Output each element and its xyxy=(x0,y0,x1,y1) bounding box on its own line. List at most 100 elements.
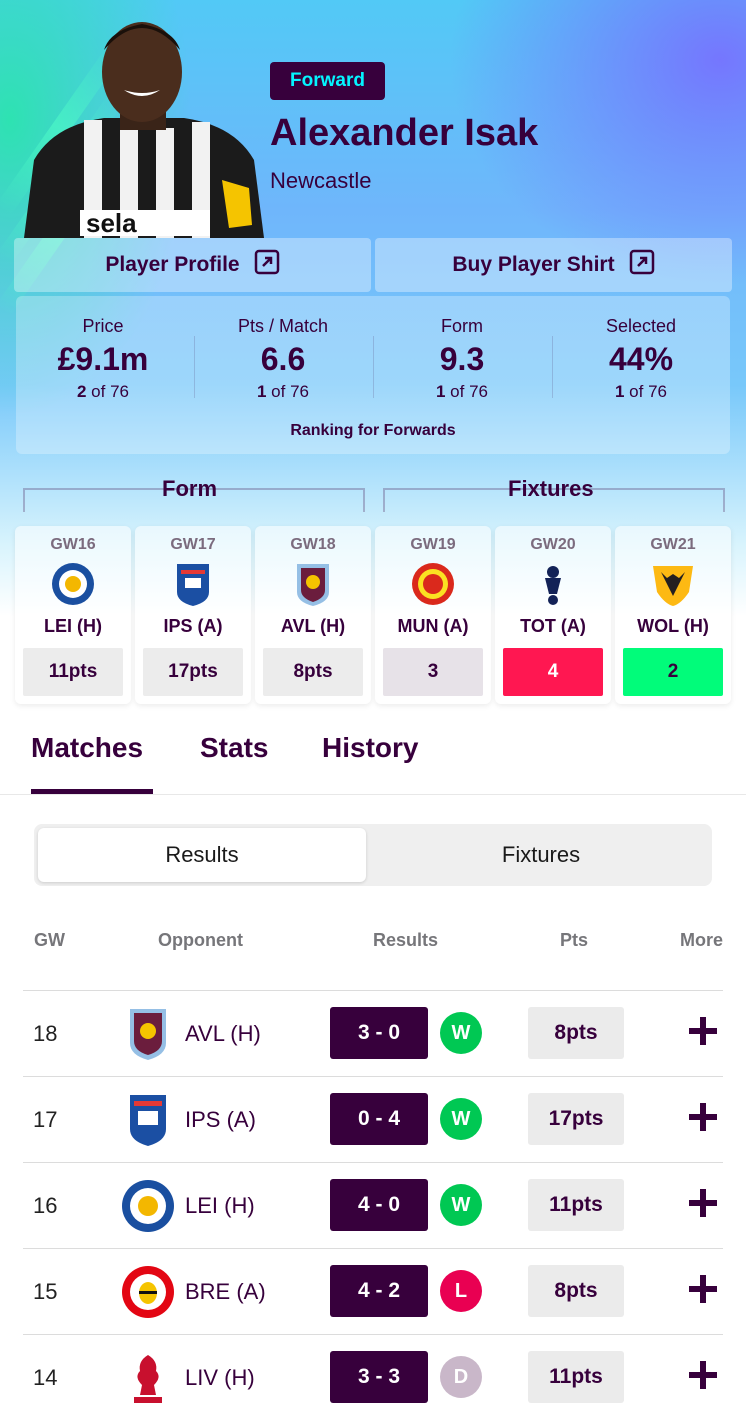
row-opponent: IPS (A) xyxy=(185,1107,256,1132)
fixture-difficulty: 4 xyxy=(503,648,603,696)
row-score: 3 - 0 xyxy=(330,1007,428,1059)
external-link-icon xyxy=(629,249,655,281)
stat-pts-per-match: Pts / Match 6.6 1 of 76 xyxy=(194,316,372,402)
opponent-label: AVL (H) xyxy=(280,616,346,636)
row-points: 8pts xyxy=(528,1265,624,1317)
stat-value: 6.6 xyxy=(260,341,306,377)
stat-rank: 1 of 76 xyxy=(614,382,667,401)
tab-stats[interactable]: Stats xyxy=(200,732,268,764)
liverpool-crest-icon xyxy=(121,1351,175,1405)
leicester-crest-icon xyxy=(121,1179,175,1233)
gameweek-label: GW20 xyxy=(530,536,576,553)
position-badge: Forward xyxy=(270,62,385,100)
row-score: 3 - 3 xyxy=(330,1351,428,1403)
expand-plus-icon[interactable] xyxy=(689,1017,717,1045)
table-row: 16 LEI (H) 4 - 0 W 11pts xyxy=(23,1162,723,1249)
header-pts: Pts xyxy=(560,930,589,950)
stat-label: Price xyxy=(82,316,124,336)
gameweek-label: GW17 xyxy=(170,536,216,553)
expand-plus-icon[interactable] xyxy=(689,1189,717,1217)
gameweek-points: 11pts xyxy=(23,648,123,696)
row-gameweek: 18 xyxy=(33,1021,58,1046)
opponent-label: TOT (A) xyxy=(520,616,586,636)
active-tab-indicator xyxy=(31,789,153,794)
row-points: 8pts xyxy=(528,1007,624,1059)
opponent-label: MUN (A) xyxy=(397,616,469,636)
row-score: 0 - 4 xyxy=(330,1093,428,1145)
row-opponent: AVL (H) xyxy=(185,1021,261,1046)
expand-plus-icon[interactable] xyxy=(689,1275,717,1303)
ipswich-crest-icon xyxy=(171,562,215,606)
gameweek-card-gw20[interactable]: GW20 TOT (A) 4 xyxy=(495,526,611,704)
header-gw: GW xyxy=(34,930,65,950)
header-more: More xyxy=(680,930,724,950)
row-opponent: LEI (H) xyxy=(185,1193,255,1218)
row-gameweek: 17 xyxy=(33,1107,58,1132)
fixture-difficulty: 3 xyxy=(383,648,483,696)
table-row: 14 LIV (H) 3 - 3 D 11pts xyxy=(23,1334,723,1421)
opponent-label: IPS (A) xyxy=(163,616,223,636)
result-badge: W xyxy=(440,1184,482,1226)
result-badge: L xyxy=(440,1270,482,1312)
gameweek-card-gw16[interactable]: GW16 LEI (H) 11pts xyxy=(15,526,131,704)
row-score: 4 - 2 xyxy=(330,1265,428,1317)
buy-shirt-label: Buy Player Shirt xyxy=(452,253,615,276)
row-points: 11pts xyxy=(528,1179,624,1231)
expand-plus-icon[interactable] xyxy=(689,1103,717,1131)
gameweek-card-gw19[interactable]: GW19 MUN (A) 3 xyxy=(375,526,491,704)
player-profile-button[interactable]: Player Profile xyxy=(14,238,371,292)
row-points: 11pts xyxy=(528,1351,624,1403)
gameweek-label: GW19 xyxy=(410,536,456,553)
gameweek-label: GW18 xyxy=(290,536,336,553)
results-segment[interactable]: Results xyxy=(38,828,366,882)
row-opponent: BRE (A) xyxy=(185,1279,266,1304)
gameweek-card-gw18[interactable]: GW18 AVL (H) 8pts xyxy=(255,526,371,704)
stat-label: Form xyxy=(441,316,483,336)
stat-value: 44% xyxy=(608,341,674,377)
opponent-label: LEI (H) xyxy=(44,616,102,636)
stat-label: Pts / Match xyxy=(237,316,329,336)
stat-value: £9.1m xyxy=(57,341,149,377)
form-heading: Form xyxy=(162,476,217,501)
result-badge: W xyxy=(440,1098,482,1140)
player-profile-label: Player Profile xyxy=(105,253,240,276)
table-row: 15 BRE (A) 4 - 2 L 8pts xyxy=(23,1248,723,1335)
ranking-caption: Ranking for Forwards xyxy=(290,422,456,439)
fixtures-heading: Fixtures xyxy=(508,476,594,501)
buy-player-shirt-button[interactable]: Buy Player Shirt xyxy=(375,238,732,292)
detail-tabs: Matches Stats History xyxy=(0,710,746,795)
external-link-icon xyxy=(254,249,280,281)
stat-rank: 1 of 76 xyxy=(256,382,309,401)
gameweek-points: 17pts xyxy=(143,648,243,696)
gameweek-card-gw21[interactable]: GW21 WOL (H) 2 xyxy=(615,526,731,704)
row-gameweek: 16 xyxy=(33,1193,58,1218)
tab-matches[interactable]: Matches xyxy=(31,732,143,764)
gameweek-label: GW21 xyxy=(650,536,696,553)
row-gameweek: 15 xyxy=(33,1279,58,1304)
aston-villa-crest-icon xyxy=(121,1007,175,1061)
tab-history[interactable]: History xyxy=(322,732,418,764)
row-gameweek: 14 xyxy=(33,1365,58,1390)
brentford-crest-icon xyxy=(121,1265,175,1319)
stat-rank: 1 of 76 xyxy=(435,382,488,401)
stat-price: Price £9.1m 2 of 76 xyxy=(14,316,192,402)
aston-villa-crest-icon xyxy=(291,562,335,606)
row-score: 4 - 0 xyxy=(330,1179,428,1231)
leicester-crest-icon xyxy=(51,562,95,606)
stat-value: 9.3 xyxy=(439,341,485,377)
man-utd-crest-icon xyxy=(411,562,455,606)
fixtures-segment[interactable]: Fixtures xyxy=(374,828,708,882)
player-club: Newcastle xyxy=(270,168,372,193)
row-points: 17pts xyxy=(528,1093,624,1145)
header-opponent: Opponent xyxy=(158,930,243,950)
gameweek-card-gw17[interactable]: GW17 IPS (A) 17pts xyxy=(135,526,251,704)
player-stats-panel: Price £9.1m 2 of 76 Pts / Match 6.6 1 of… xyxy=(16,296,730,454)
player-name: Alexander Isak xyxy=(270,112,539,154)
ipswich-crest-icon xyxy=(121,1093,175,1147)
results-fixtures-toggle: Results Fixtures xyxy=(34,824,712,886)
tottenham-crest-icon xyxy=(531,562,575,606)
player-photo: sela xyxy=(24,10,264,238)
expand-plus-icon[interactable] xyxy=(689,1361,717,1389)
result-badge: D xyxy=(440,1356,482,1398)
table-row: 17 IPS (A) 0 - 4 W 17pts xyxy=(23,1076,723,1163)
